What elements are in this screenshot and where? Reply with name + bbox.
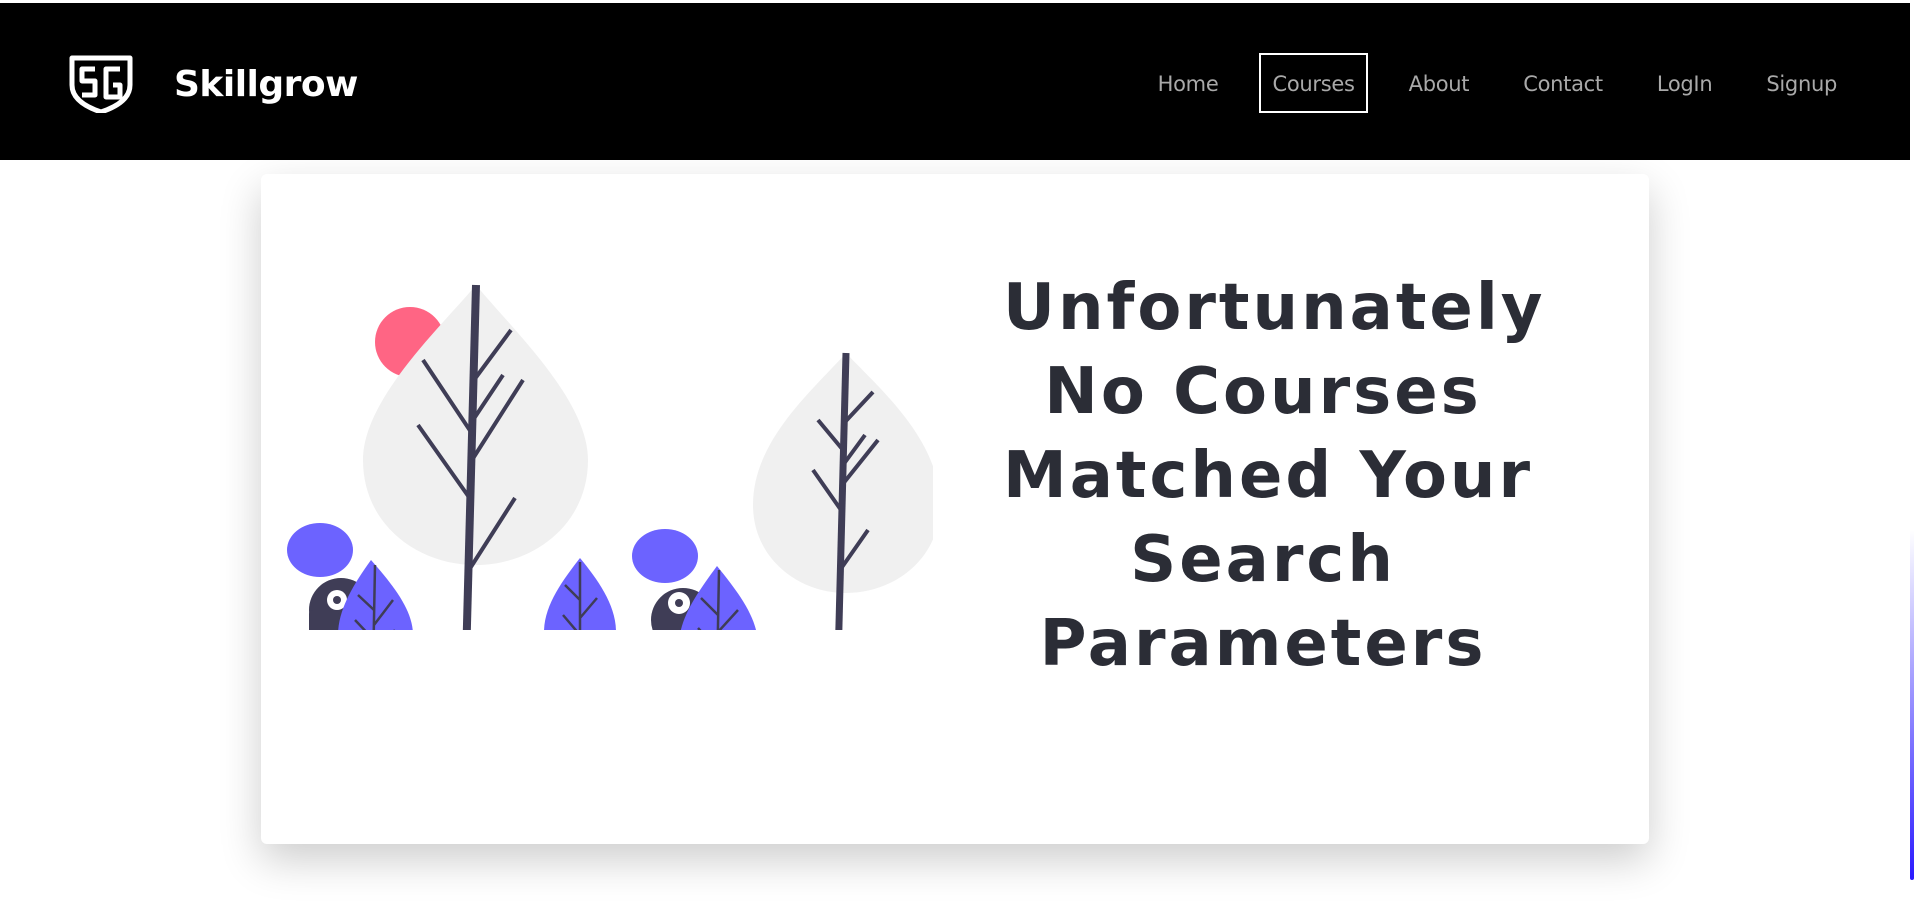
nav-signup-link[interactable]: Signup — [1753, 53, 1850, 113]
empty-state-illustration — [283, 280, 933, 630]
message-line: Matched Your — [1003, 439, 1534, 513]
empty-state-message: Unfortunately No Courses Matched Your Se… — [1003, 266, 1546, 686]
nav-courses-link[interactable]: Courses — [1259, 53, 1368, 113]
top-navbar: Skillgrow Home Courses About Contact Log… — [0, 3, 1910, 160]
skillgrow-logo-icon — [69, 55, 133, 113]
brand[interactable]: Skillgrow — [68, 55, 358, 113]
nav-about-link[interactable]: About — [1396, 53, 1483, 113]
main-nav: Home Courses About Contact LogIn Signup — [1117, 53, 1850, 113]
message-line: Search — [1130, 523, 1396, 597]
nav-contact-link[interactable]: Contact — [1510, 53, 1616, 113]
message-line: Parameters — [1039, 607, 1487, 681]
scroll-progress-bar[interactable] — [1910, 530, 1914, 880]
nav-login-link[interactable]: LogIn — [1644, 53, 1726, 113]
message-line: No Courses — [1044, 355, 1482, 429]
trees-and-characters-illustration — [287, 284, 933, 630]
brand-name: Skillgrow — [174, 63, 358, 105]
empty-state-card: Unfortunately No Courses Matched Your Se… — [261, 174, 1649, 844]
nav-home-link[interactable]: Home — [1145, 53, 1232, 113]
message-line: Unfortunately — [1003, 271, 1546, 345]
